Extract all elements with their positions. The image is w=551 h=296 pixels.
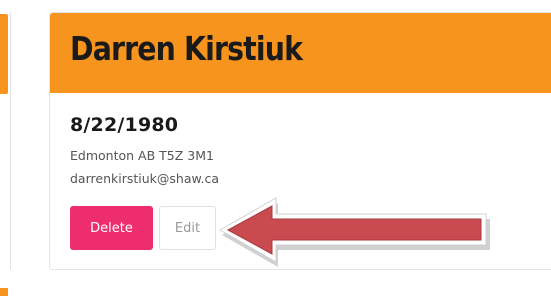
next-card-header [0,288,8,296]
previous-card-header [0,14,8,94]
delete-button[interactable]: Delete [70,206,153,250]
contact-cards-page: Darren Kirstiuk 8/22/1980 Edmonton AB T5… [0,0,551,296]
left-arrow-icon [218,197,490,267]
contact-email: darrenkirstiuk@shaw.ca [70,171,220,186]
contact-name: Darren Kirstiuk [70,29,303,68]
card-header: Darren Kirstiuk [50,13,551,93]
card-body: 8/22/1980 Edmonton AB T5Z 3M1 darrenkirs… [70,113,551,250]
contact-address: Edmonton AB T5Z 3M1 [70,148,214,163]
contact-birthdate: 8/22/1980 [70,114,179,136]
